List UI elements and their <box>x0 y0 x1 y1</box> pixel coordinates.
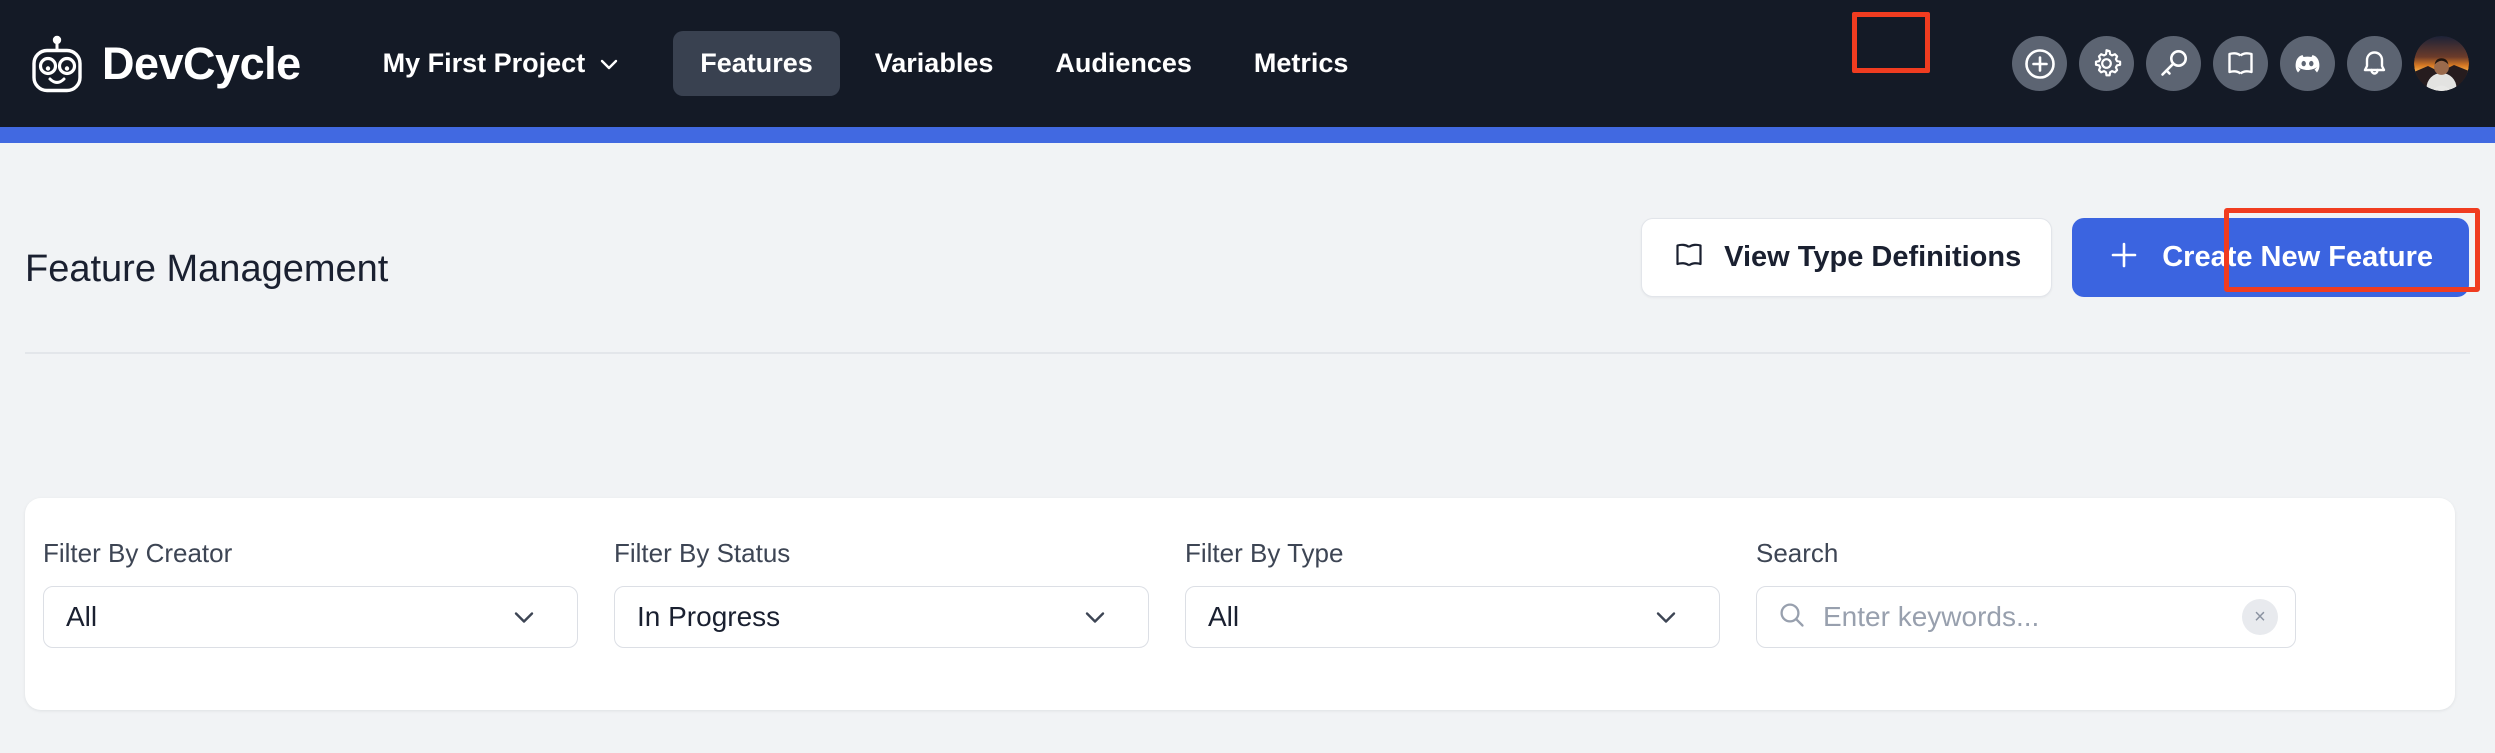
page-header-actions: View Type Definitions Create New Feature <box>1641 218 2469 297</box>
filter-by-type-value: All <box>1186 601 1239 633</box>
filters-row: Filter By Creator All Filter By Status I… <box>43 538 2296 648</box>
search-label: Search <box>1756 538 2296 569</box>
brand-logo-link[interactable]: DevCycle <box>26 33 301 95</box>
settings-gear-icon-button[interactable] <box>2079 36 2134 91</box>
nav-item-variables[interactable]: Variables <box>848 31 1021 96</box>
plus-icon <box>2108 239 2140 276</box>
devcycle-robot-logo-icon <box>26 33 88 95</box>
create-new-feature-button[interactable]: Create New Feature <box>2072 218 2469 297</box>
search-input[interactable] <box>1823 601 2183 633</box>
bell-icon <box>2358 47 2391 80</box>
chevron-down-icon <box>1673 604 1699 630</box>
filter-by-status-value: In Progress <box>615 601 780 633</box>
project-selector-label: My First Project <box>383 48 586 79</box>
filter-by-type-field: Filter By Type All <box>1185 538 1720 648</box>
discord-icon-button[interactable] <box>2280 36 2335 91</box>
chevron-down-icon <box>531 604 557 630</box>
accent-bar <box>0 127 2495 143</box>
page-title: Feature Management <box>25 250 388 288</box>
create-new-feature-label: Create New Feature <box>2162 241 2433 274</box>
gear-icon <box>2090 47 2123 80</box>
app-window: DevCycle My First Project Features Varia… <box>0 0 2495 753</box>
top-nav-icon-cluster <box>2012 0 2469 127</box>
notifications-bell-icon-button[interactable] <box>2347 36 2402 91</box>
filter-by-creator-value: All <box>44 601 97 633</box>
search-field: Search × <box>1756 538 2296 648</box>
filter-by-status-label: Filter By Status <box>614 538 1149 569</box>
clear-search-button[interactable]: × <box>2242 599 2278 635</box>
chevron-down-icon <box>598 53 620 75</box>
key-icon <box>2157 47 2190 80</box>
filter-by-type-select[interactable]: All <box>1185 586 1720 648</box>
discord-icon <box>2291 47 2324 80</box>
chevron-down-icon <box>1102 604 1128 630</box>
highlight-box-plus-icon <box>1852 12 1930 73</box>
filter-by-creator-field: Filter By Creator All <box>43 538 578 648</box>
search-icon <box>1777 600 1807 635</box>
book-icon <box>1672 238 1706 277</box>
top-navigation-bar: DevCycle My First Project Features Varia… <box>0 0 2495 127</box>
page-header: Feature Management View Type Definitions <box>0 143 2495 353</box>
nav-item-features[interactable]: Features <box>673 31 840 96</box>
filter-by-creator-label: Filter By Creator <box>43 538 578 569</box>
docs-book-icon-button[interactable] <box>2213 36 2268 91</box>
plus-circle-icon-button[interactable] <box>2012 36 2067 91</box>
header-divider <box>25 352 2470 354</box>
user-avatar[interactable] <box>2414 36 2469 91</box>
filters-card: Filter By Creator All Filter By Status I… <box>25 498 2455 710</box>
plus-circle-icon <box>2023 47 2057 81</box>
filter-by-creator-select[interactable]: All <box>43 586 578 648</box>
api-key-icon-button[interactable] <box>2146 36 2201 91</box>
nav-item-metrics[interactable]: Metrics <box>1227 31 1376 96</box>
view-type-definitions-button[interactable]: View Type Definitions <box>1641 218 2052 297</box>
filter-by-status-field: Filter By Status In Progress <box>614 538 1149 648</box>
brand-name: DevCycle <box>102 41 301 86</box>
book-icon <box>2224 47 2257 80</box>
search-box[interactable]: × <box>1756 586 2296 648</box>
filter-by-status-select[interactable]: In Progress <box>614 586 1149 648</box>
main-navigation: Features Variables Audiences Metrics <box>673 31 1375 96</box>
project-selector[interactable]: My First Project <box>383 48 621 79</box>
filter-by-type-label: Filter By Type <box>1185 538 1720 569</box>
view-type-definitions-label: View Type Definitions <box>1724 241 2021 274</box>
nav-item-audiences[interactable]: Audiences <box>1028 31 1219 96</box>
